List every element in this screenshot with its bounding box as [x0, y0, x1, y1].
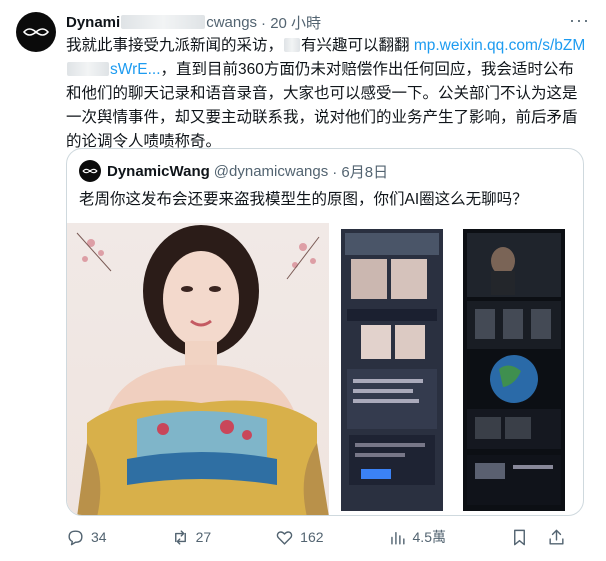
retweet-icon: [174, 529, 186, 545]
bookmark-icon[interactable]: [510, 528, 529, 547]
share-icon[interactable]: [547, 528, 566, 547]
screenshot-thumbnail-2[interactable]: [463, 229, 565, 511]
quoted-media[interactable]: [67, 223, 583, 515]
tweet-actions: 34 27 162 4.5萬: [66, 524, 566, 550]
tweet-text-part1: 我就此事接受九派新闻的采访，: [66, 37, 284, 54]
logo-icon: [82, 168, 98, 174]
quoted-tweet-text: 老周你这发布会还要来盗我模型生的原图，你们AI圈这么无聊吗？: [79, 191, 528, 208]
views-icon: [390, 531, 405, 545]
quoted-timestamp: · 6月8日: [332, 163, 389, 181]
quoted-author-handle: @dynamicwangs: [213, 162, 329, 180]
quoted-avatar: [79, 160, 101, 182]
avatar[interactable]: [16, 12, 56, 52]
view-count: 4.5萬: [412, 529, 446, 545]
logo-icon: [22, 28, 50, 36]
redacted-block: [121, 15, 206, 29]
timestamp[interactable]: · 20 小時: [261, 12, 321, 33]
tweet-header: Dynami cwangs · 20 小時: [66, 11, 592, 33]
tweet-text-part2: 有兴趣可以翻翻: [301, 37, 410, 54]
author-name[interactable]: Dynami: [66, 14, 120, 31]
like-count: 162: [300, 529, 324, 545]
more-options-icon[interactable]: ···: [569, 10, 590, 31]
reply-count: 34: [91, 529, 107, 545]
share-group: [510, 528, 566, 547]
redacted-block: [284, 38, 301, 52]
tweet-text: 我就此事接受九派新闻的采访， 有兴趣可以翻翻 mp.weixin.qq.com/s…: [66, 34, 588, 154]
like-button[interactable]: 162: [275, 528, 324, 547]
portrait-image[interactable]: [67, 223, 329, 515]
views-button[interactable]: 4.5萬: [388, 527, 446, 547]
screenshot-thumbnail-1[interactable]: [341, 229, 443, 511]
reply-button[interactable]: 34: [66, 528, 107, 547]
quoted-tweet[interactable]: DynamicWang @dynamicwangs · 6月8日 老周你这发布会…: [66, 148, 584, 516]
like-icon: [276, 530, 293, 545]
reply-icon: [68, 529, 83, 545]
retweet-count: 27: [195, 529, 212, 545]
quoted-author-name: DynamicWang: [107, 162, 210, 180]
quoted-tweet-header: DynamicWang @dynamicwangs · 6月8日: [79, 159, 571, 183]
retweet-button[interactable]: 27: [171, 528, 212, 547]
author-handle[interactable]: cwangs: [206, 14, 257, 31]
